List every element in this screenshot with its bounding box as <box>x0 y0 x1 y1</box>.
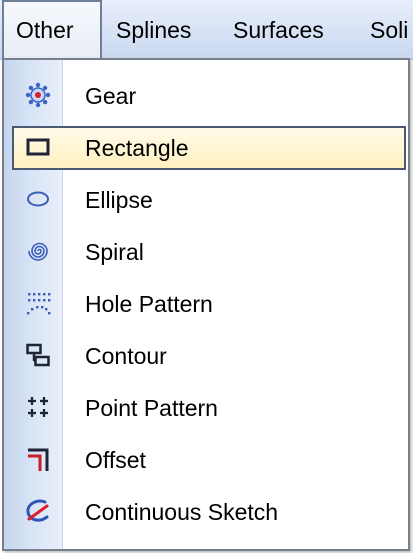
gear-icon <box>25 82 51 108</box>
menu-item-contour[interactable]: Contour <box>12 334 406 378</box>
menu-item-gear[interactable]: Gear <box>12 74 406 118</box>
menu-bar: Other Splines Surfaces Soli <box>0 0 413 60</box>
menu-item-label: Spiral <box>85 239 144 265</box>
menubar-item-solids[interactable]: Soli <box>370 0 408 60</box>
menubar-item-surfaces[interactable]: Surfaces <box>233 0 324 60</box>
menu-item-label: Gear <box>85 83 137 109</box>
continuous-sketch-icon <box>25 498 51 524</box>
menu-item-spiral[interactable]: Spiral <box>12 230 406 274</box>
menu-item-continuous-sketch[interactable]: Continuous Sketch <box>12 490 406 534</box>
menu-item-offset[interactable]: Offset <box>12 438 406 482</box>
menu-item-label: Contour <box>85 343 167 369</box>
menu-item-rectangle[interactable]: Rectangle <box>12 126 406 170</box>
menubar-item-other[interactable]: Other <box>2 0 102 60</box>
rectangle-icon <box>25 134 51 160</box>
spiral-icon <box>25 238 51 264</box>
menu-item-hole-pattern[interactable]: Hole Pattern <box>12 282 406 326</box>
contour-icon <box>25 342 51 368</box>
point-pattern-icon <box>25 394 51 420</box>
menu-item-point-pattern[interactable]: Point Pattern <box>12 386 406 430</box>
menu-item-label: Ellipse <box>85 187 153 213</box>
menu-item-label: Continuous Sketch <box>85 499 279 525</box>
other-dropdown-menu: Gear Rectangle Ellipse Spiral Hole Patte… <box>2 58 410 551</box>
menu-item-label: Rectangle <box>85 135 189 161</box>
hole-pattern-icon <box>25 290 51 316</box>
screen: Other Splines Surfaces Soli Gear Rectang… <box>0 0 413 553</box>
menu-item-ellipse[interactable]: Ellipse <box>12 178 406 222</box>
ellipse-icon <box>25 186 51 212</box>
menu-item-label: Point Pattern <box>85 395 218 421</box>
offset-icon <box>25 446 51 472</box>
menubar-item-splines[interactable]: Splines <box>116 0 191 60</box>
menu-item-label: Hole Pattern <box>85 291 213 317</box>
menu-item-label: Offset <box>85 447 146 473</box>
